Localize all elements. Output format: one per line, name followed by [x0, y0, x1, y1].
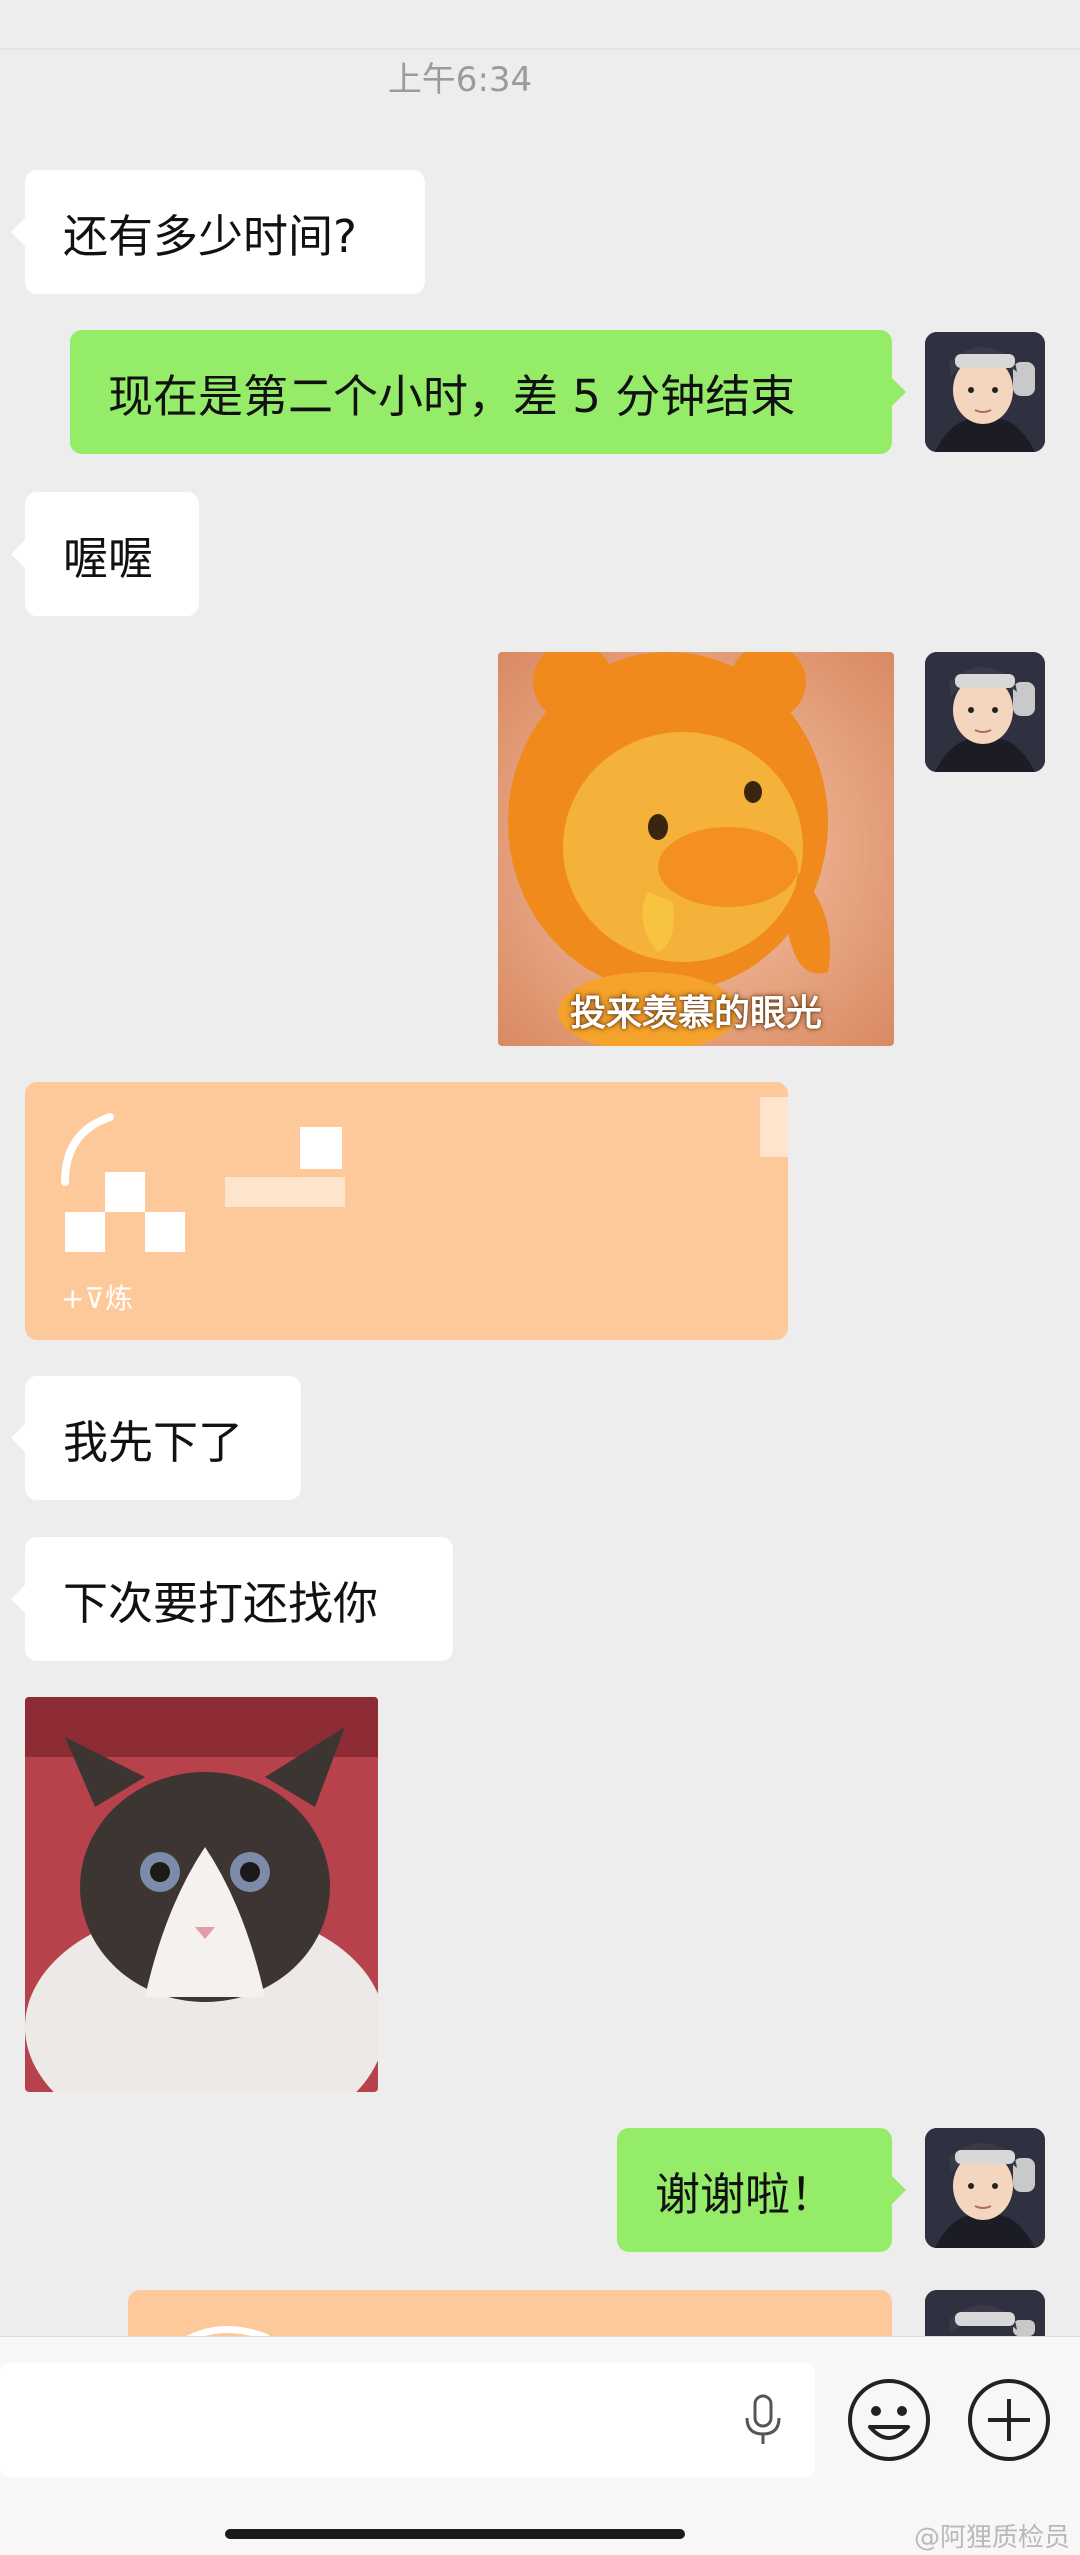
incoming-message-bubble[interactable]: 下次要打还找你: [11, 1537, 453, 1661]
message-text: 下次要打还找你: [63, 1576, 379, 1630]
top-divider: [0, 48, 1080, 50]
incoming-message-bubble[interactable]: 喔喔: [11, 492, 199, 616]
shared-card[interactable]: +⊽炼: [25, 1082, 788, 1340]
sticker-image[interactable]: 投来羡慕的眼光: [498, 652, 894, 1046]
incoming-message-bubble[interactable]: 我先下了: [11, 1376, 301, 1500]
outgoing-message-bubble[interactable]: 现在是第二个小时，差 5 分钟结束: [70, 330, 906, 454]
avatar[interactable]: [925, 332, 1045, 452]
message-text: 现在是第二个小时，差 5 分钟结束: [108, 369, 796, 423]
microphone-icon[interactable]: [735, 2392, 791, 2448]
message-text: 还有多少时间?: [63, 209, 357, 263]
message-input[interactable]: [0, 2363, 815, 2477]
watermark: @阿狸质检员: [913, 2523, 1070, 2553]
card-source-label: +⊽炼: [61, 1282, 133, 1315]
incoming-message-bubble[interactable]: 还有多少时间?: [11, 170, 425, 294]
chat-input-bar: @阿狸质检员: [0, 2336, 1080, 2555]
outgoing-message-bubble[interactable]: 谢谢啦！: [617, 2128, 906, 2252]
cat-photo[interactable]: [25, 1697, 378, 2092]
plus-icon[interactable]: [966, 2377, 1052, 2463]
avatar[interactable]: [925, 2128, 1045, 2248]
message-text: 我先下了: [63, 1415, 244, 1469]
message-text: 谢谢啦！: [655, 2167, 836, 2221]
smiley-icon[interactable]: [846, 2377, 932, 2463]
home-indicator: [225, 2529, 685, 2539]
sticker-caption: 投来羡慕的眼光: [569, 993, 822, 1034]
message-timestamp: 上午6:34: [387, 60, 533, 100]
avatar[interactable]: [925, 652, 1045, 772]
message-text: 喔喔: [63, 531, 154, 585]
avatar[interactable]: [925, 2290, 1045, 2336]
